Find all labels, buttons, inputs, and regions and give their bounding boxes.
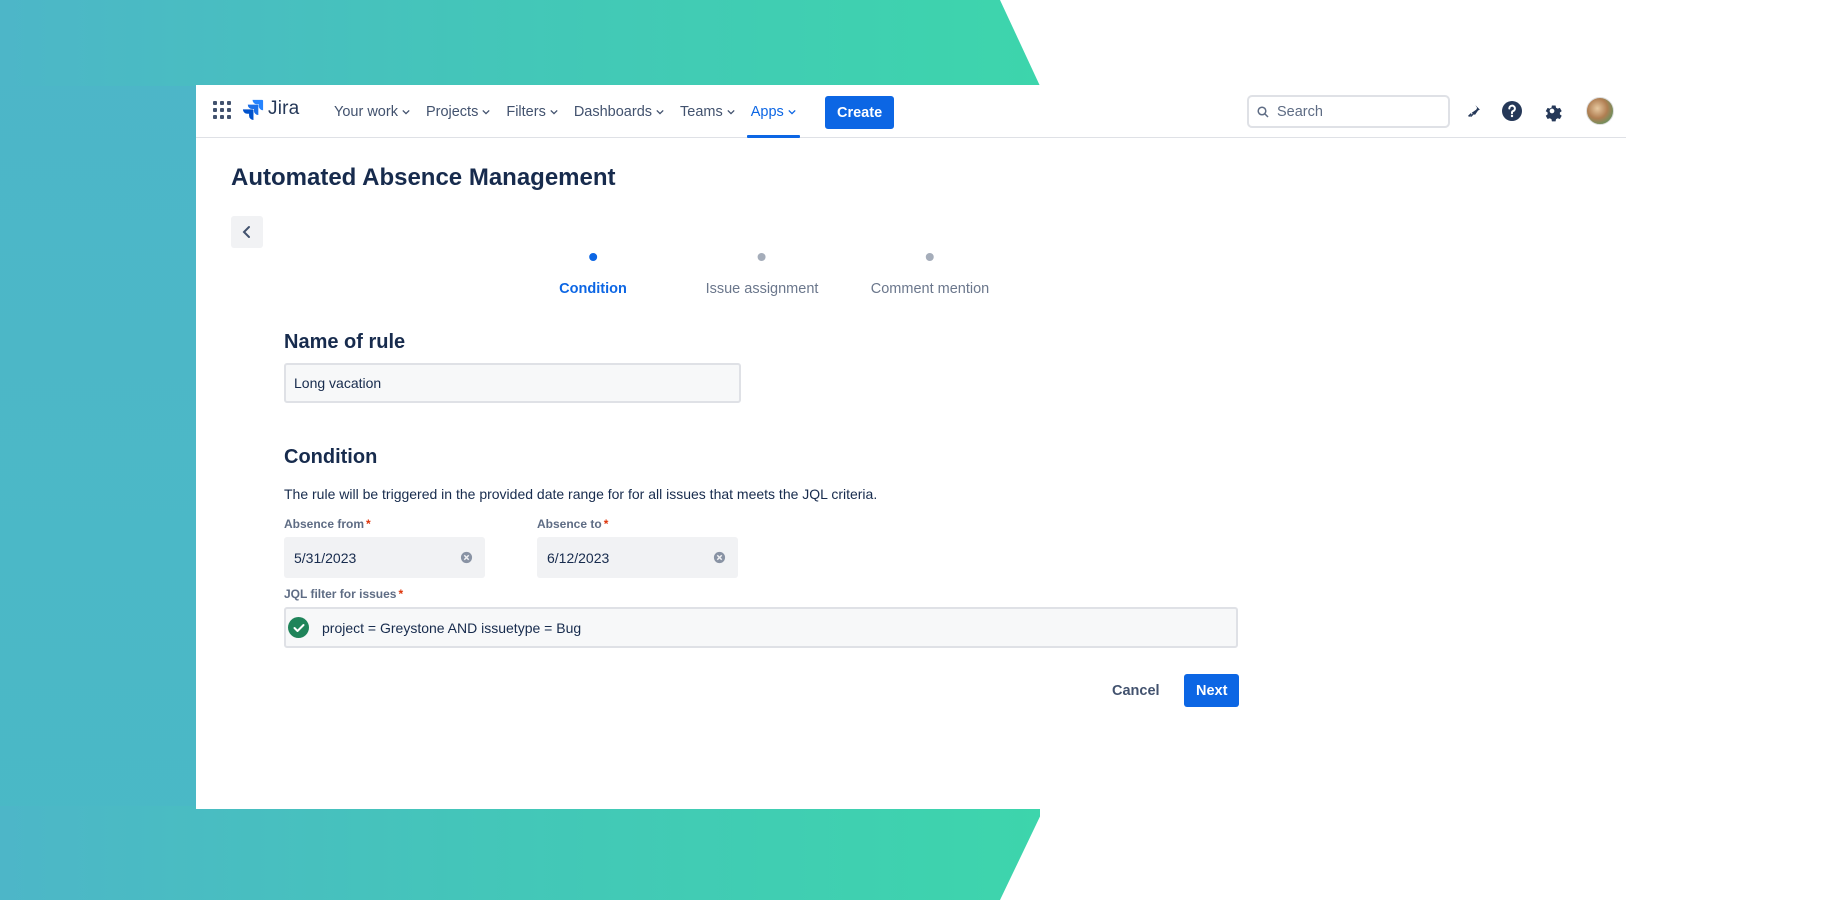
absence-from-label-text: Absence from [284,517,365,531]
absence-from-date-picker[interactable]: 5/31/2023 [284,537,485,578]
name-of-rule-heading: Name of rule [284,331,406,353]
required-marker: * [603,517,609,531]
background-band-bottom [0,806,1040,900]
absence-to-label: Absence to * [537,517,608,531]
top-navigation: Jira Your work Projects Filters Dashboar… [196,85,1626,138]
search-input[interactable]: Search [1247,95,1450,128]
nav-item-label: Dashboards [573,103,653,120]
step-dot [926,253,934,261]
chevron-down-icon [727,109,735,115]
step-dot [589,253,597,261]
clear-icon[interactable] [713,551,726,564]
nav-item-dashboards[interactable]: Dashboards [566,85,672,138]
absence-from-label: Absence from * [284,517,371,531]
background-band-top [0,0,1040,86]
user-avatar[interactable] [1586,97,1614,125]
search-placeholder: Search [1277,103,1323,120]
condition-heading: Condition [284,446,378,468]
jql-filter-label-text: JQL filter for issues [284,587,397,601]
nav-item-label: Apps [750,103,784,120]
chevron-down-icon [656,109,664,115]
clear-icon[interactable] [460,551,473,564]
primary-nav: Your work Projects Filters Dashboards Te… [326,85,804,138]
nav-item-your-work[interactable]: Your work [326,85,418,138]
app-window: Jira Your work Projects Filters Dashboar… [196,85,1626,809]
nav-item-projects[interactable]: Projects [418,85,498,138]
app-switcher-icon[interactable] [212,100,232,120]
jira-logo-text: Jira [268,98,300,119]
jira-logo[interactable]: Jira [242,98,299,120]
nav-item-teams[interactable]: Teams [672,85,743,138]
required-marker: * [398,587,404,601]
notifications-icon[interactable] [1461,98,1487,124]
background-band-left [0,0,196,900]
step-issue-assignment[interactable]: Issue assignment [705,253,819,297]
condition-description: The rule will be triggered in the provid… [284,486,878,502]
chevron-down-icon [550,109,558,115]
jql-filter-input[interactable]: project = Greystone AND issuetype = Bug [284,607,1238,648]
nav-item-label: Teams [680,103,723,120]
rule-name-input[interactable]: Long vacation [284,363,741,403]
step-label: Condition [559,281,627,297]
search-icon [1257,105,1269,118]
absence-to-value: 6/12/2023 [547,549,610,566]
required-marker: * [366,517,371,531]
jira-logo-icon [242,99,264,120]
progress-stepper: Condition Issue assignment Comment menti… [196,253,1626,303]
back-button[interactable] [231,216,263,248]
create-button[interactable]: Create [825,96,895,129]
nav-item-label: Filters [506,103,546,120]
settings-gear-icon[interactable] [1539,98,1565,124]
nav-item-apps[interactable]: Apps [743,85,804,138]
absence-from-value: 5/31/2023 [294,549,357,566]
step-condition[interactable]: Condition [559,253,627,297]
cancel-button[interactable]: Cancel [1102,674,1170,707]
jql-filter-value: project = Greystone AND issuetype = Bug [322,619,582,636]
step-label: Comment mention [870,281,990,297]
absence-to-label-text: Absence to [537,517,602,531]
page-title: Automated Absence Management [231,164,616,191]
chevron-down-icon [788,109,796,115]
chevron-down-icon [482,109,490,115]
help-icon[interactable] [1499,98,1525,124]
step-dot [758,253,766,261]
nav-item-label: Your work [334,103,398,120]
step-label: Issue assignment [705,281,819,297]
next-button[interactable]: Next [1184,674,1240,707]
valid-check-icon [288,617,309,638]
nav-item-label: Projects [425,103,479,120]
absence-to-date-picker[interactable]: 6/12/2023 [537,537,738,578]
nav-item-filters[interactable]: Filters [498,85,565,138]
step-comment-mention[interactable]: Comment mention [871,253,989,297]
chevron-down-icon [402,109,410,115]
chevron-left-icon [242,226,250,238]
jql-filter-label: JQL filter for issues * [284,587,403,601]
